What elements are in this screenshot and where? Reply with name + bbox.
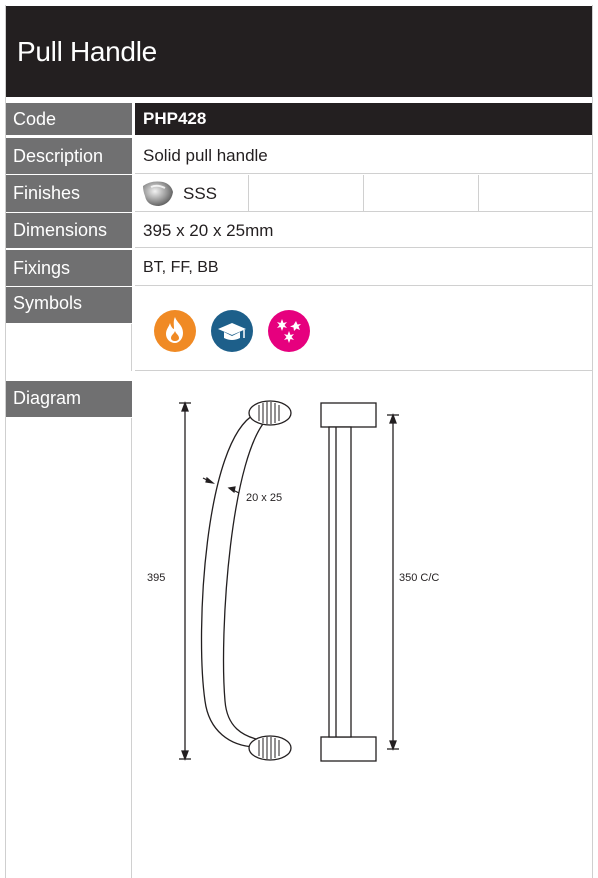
centres-label: 350 C/C [399, 572, 440, 584]
description-row: Description Solid pull handle [6, 138, 592, 174]
handle-drawing [179, 400, 399, 762]
symbols-label-blank [6, 324, 132, 371]
description-label: Description [6, 138, 132, 174]
symbols-row: Symbols [6, 287, 592, 371]
dimensions-row: Dimensions 395 x 20 x 25mm [6, 213, 592, 248]
description-value: Solid pull handle [135, 138, 592, 174]
symbols-value [135, 287, 592, 371]
dimensions-value: 395 x 20 x 25mm [135, 213, 592, 248]
diagram-label: Diagram [6, 381, 132, 417]
title-bar: Pull Handle [6, 6, 592, 97]
finish-empty-cell [363, 175, 364, 212]
page-title: Pull Handle [17, 36, 157, 67]
fixings-row: Fixings BT, FF, BB [6, 250, 592, 286]
finish-sss-label: SSS [183, 184, 218, 203]
finishes-row: Finishes SSS [6, 175, 592, 212]
code-row: Code PHP428 [6, 103, 592, 135]
section-label: 20 x 25 [246, 492, 283, 504]
fixings-value: BT, FF, BB [135, 250, 592, 286]
code-label: Code [6, 103, 132, 135]
finish-empty-cell [478, 175, 479, 212]
fire-rated-icon [153, 309, 197, 353]
diagram-label-blank [6, 418, 132, 878]
education-cap-icon [210, 309, 254, 353]
symbols-label: Symbols [6, 287, 132, 323]
antibacterial-icon [267, 309, 311, 353]
finish-swatch-icon [141, 178, 175, 208]
diagram-canvas: 395 20 x 25 350 C/C [135, 381, 592, 878]
overall-length-label: 395 [147, 572, 166, 584]
code-value: PHP428 [135, 103, 592, 135]
fixings-label: Fixings [6, 250, 132, 286]
finishes-label: Finishes [6, 175, 132, 212]
diagram-row: Diagram 395 20 x 25 350 C/C [6, 381, 592, 878]
finishes-value-cell: SSS [135, 175, 592, 212]
dimensions-label: Dimensions [6, 213, 132, 248]
finish-empty-cell [248, 175, 249, 212]
product-sheet: Pull Handle Code PHP428 Description Soli… [0, 0, 598, 878]
